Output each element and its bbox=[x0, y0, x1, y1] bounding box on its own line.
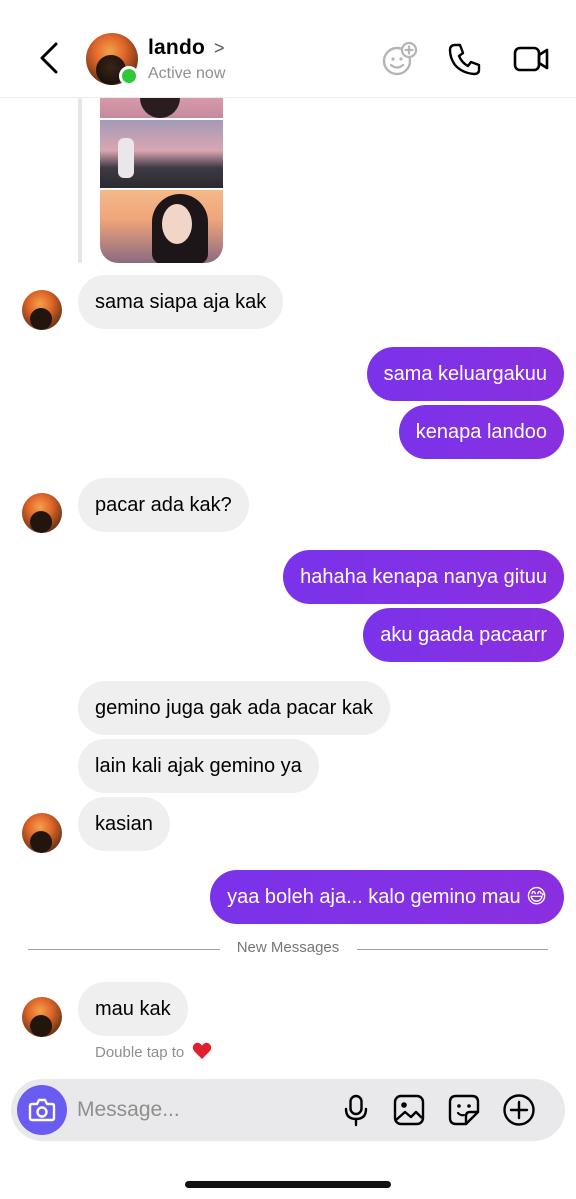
reply-thread-line bbox=[78, 98, 82, 263]
gallery-icon bbox=[393, 1094, 425, 1126]
sticker-icon bbox=[448, 1094, 480, 1126]
incoming-message[interactable]: lain kali ajak gemino ya bbox=[78, 739, 319, 793]
more-options-button[interactable] bbox=[501, 1092, 537, 1128]
active-status: Active now bbox=[148, 65, 226, 82]
outgoing-message[interactable]: sama keluargakuu bbox=[366, 347, 564, 401]
sender-avatar[interactable] bbox=[22, 997, 62, 1037]
outgoing-message[interactable]: hahaha kenapa nanya gituu bbox=[283, 550, 564, 604]
effects-button[interactable] bbox=[380, 40, 418, 78]
outgoing-message[interactable]: aku gaada pacaarr bbox=[363, 608, 564, 662]
double-tap-label: Double tap to bbox=[95, 1044, 185, 1061]
new-messages-label: New Messages bbox=[224, 939, 352, 956]
message-input[interactable] bbox=[77, 1093, 317, 1127]
chevron-right-icon[interactable]: > bbox=[214, 38, 225, 59]
plus-circle-icon bbox=[503, 1094, 535, 1126]
incoming-message[interactable]: pacar ada kak? bbox=[78, 478, 249, 532]
sender-avatar[interactable] bbox=[22, 290, 62, 330]
video-icon bbox=[513, 46, 549, 72]
chat-header: lando > Active now bbox=[0, 0, 576, 98]
sender-avatar[interactable] bbox=[22, 813, 62, 853]
camera-button[interactable] bbox=[17, 1085, 67, 1135]
back-button[interactable] bbox=[30, 36, 70, 80]
incoming-message[interactable]: gemino juga gak ada pacar kak bbox=[78, 681, 390, 735]
outgoing-message[interactable]: yaa boleh aja... kalo gemino mau 😅 bbox=[210, 870, 564, 924]
new-messages-divider: New Messages bbox=[0, 939, 576, 956]
sender-avatar[interactable] bbox=[22, 493, 62, 533]
incoming-message[interactable]: mau kak bbox=[78, 982, 188, 1036]
message-composer bbox=[11, 1079, 565, 1141]
microphone-icon bbox=[344, 1094, 368, 1127]
voice-message-button[interactable] bbox=[338, 1092, 374, 1128]
online-indicator bbox=[119, 66, 139, 86]
back-arrow-icon bbox=[40, 42, 58, 74]
contact-name[interactable]: lando bbox=[148, 36, 205, 60]
incoming-message[interactable]: kasian bbox=[78, 797, 170, 851]
effects-icon bbox=[382, 41, 418, 76]
shared-photo[interactable] bbox=[100, 120, 223, 188]
home-indicator[interactable] bbox=[185, 1181, 391, 1188]
camera-icon bbox=[28, 1098, 56, 1122]
gallery-button[interactable] bbox=[391, 1092, 427, 1128]
shared-photo[interactable] bbox=[100, 98, 223, 118]
outgoing-message[interactable]: kenapa landoo bbox=[398, 405, 564, 459]
incoming-message[interactable]: sama siapa aja kak bbox=[78, 275, 284, 329]
shared-photo[interactable] bbox=[100, 190, 223, 263]
heart-icon bbox=[193, 1042, 212, 1059]
video-call-button[interactable] bbox=[512, 40, 550, 78]
phone-icon bbox=[448, 43, 481, 76]
call-button[interactable] bbox=[446, 40, 484, 78]
sticker-button[interactable] bbox=[446, 1092, 482, 1128]
double-tap-hint: Double tap to bbox=[95, 1042, 212, 1061]
